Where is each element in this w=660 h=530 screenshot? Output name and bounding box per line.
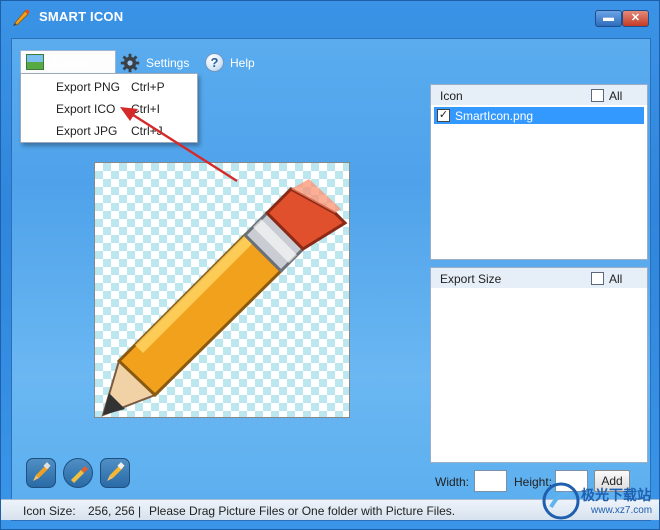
window-title: SMART ICON (39, 9, 124, 24)
picture-icon (26, 54, 44, 70)
main-area: Export Settings ? Help Export PNG Ctrl+P… (11, 38, 651, 521)
status-message: Please Drag Picture Files or One folder … (149, 504, 456, 518)
help-icon: ? (205, 53, 224, 72)
select-all-icons-label: All (609, 89, 623, 103)
settings-menu[interactable]: Settings (120, 53, 189, 73)
minimize-button[interactable]: ▬ (595, 10, 622, 27)
watermark-url: www.xz7.com (591, 505, 653, 516)
title-bar[interactable]: SMART ICON ▬ ✕ (1, 1, 659, 35)
export-menu-label: Export (53, 56, 88, 70)
close-button[interactable]: ✕ (622, 10, 649, 27)
select-all-icons-checkbox[interactable] (591, 89, 604, 102)
width-input[interactable] (474, 470, 507, 492)
watermark-text: 极光下载站 (581, 487, 651, 503)
brush-icon[interactable] (26, 458, 56, 488)
pencil-icon (13, 9, 30, 26)
select-all-sizes-checkbox[interactable] (591, 272, 604, 285)
help-menu-label: Help (230, 55, 255, 70)
watermark-logo: 极光下载站 www.xz7.com (541, 481, 653, 523)
menu-item-label: Export PNG (56, 80, 121, 94)
icon-panel-title: Icon (440, 89, 463, 103)
icon-panel-header: Icon All (431, 85, 647, 105)
icon-preview-canvas[interactable] (94, 162, 350, 418)
annotation-arrow (120, 107, 238, 183)
icon-list-panel: Icon All ✓ SmartIcon.png (430, 84, 648, 260)
menu-item-export-png[interactable]: Export PNG Ctrl+P (21, 76, 197, 98)
icon-size-value: 256, 256 (88, 504, 135, 518)
width-label: Width: (435, 475, 470, 489)
menu-item-shortcut: Ctrl+P (131, 80, 165, 94)
list-item[interactable]: ✓ SmartIcon.png (434, 107, 644, 124)
watermark-icon (542, 482, 580, 520)
brush-alt-icon[interactable] (100, 458, 130, 488)
export-panel-header: Export Size All (431, 268, 647, 288)
menu-item-label: Export ICO (56, 102, 116, 116)
icon-size-label: Icon Size: (23, 504, 76, 518)
file-name: SmartIcon.png (455, 109, 534, 123)
export-panel-title: Export Size (440, 272, 502, 286)
settings-menu-label: Settings (146, 56, 190, 70)
help-menu[interactable]: ? Help (205, 53, 255, 72)
select-all-sizes-label: All (609, 272, 623, 286)
gear-icon (120, 53, 140, 73)
export-size-panel: Export Size All (430, 267, 648, 463)
app-window: SMART ICON ▬ ✕ Export Settings ? Help Ex… (0, 0, 660, 530)
pencil-image (101, 179, 348, 417)
status-separator: | (138, 504, 142, 518)
file-checkbox[interactable]: ✓ (437, 109, 450, 122)
bottle-icon[interactable] (63, 458, 93, 488)
export-menu[interactable]: Export (20, 50, 116, 74)
menu-item-label: Export JPG (56, 124, 118, 138)
